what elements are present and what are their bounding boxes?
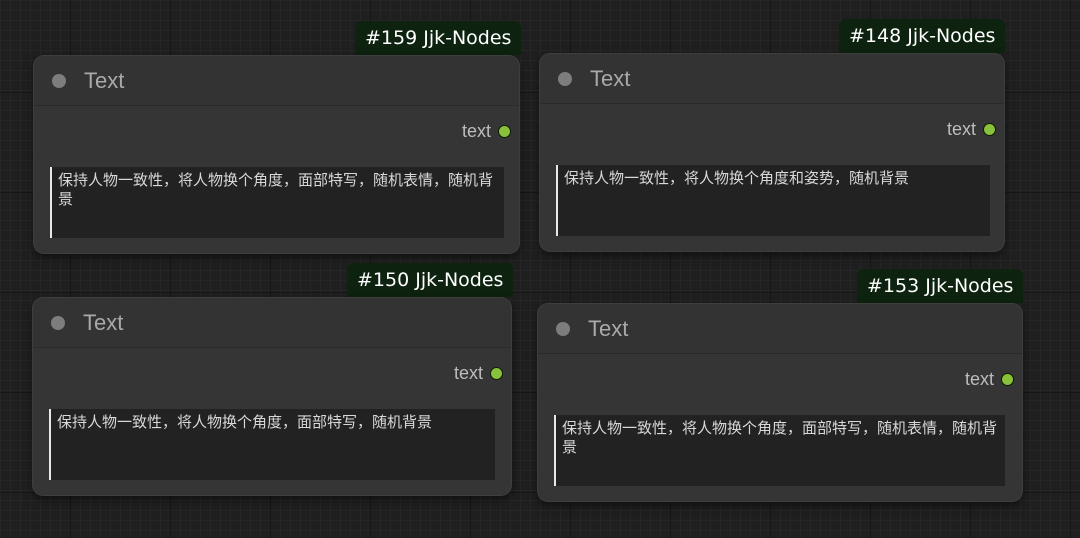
node-id-badge: #148 Jjk-Nodes bbox=[839, 19, 1006, 53]
output-slot-row[interactable]: text bbox=[965, 369, 1014, 389]
node-header[interactable]: Text bbox=[33, 298, 511, 348]
node-id-badge: #153 Jjk-Nodes bbox=[857, 269, 1024, 303]
node-title: Text bbox=[588, 315, 629, 341]
output-slot-icon[interactable] bbox=[983, 122, 996, 136]
text-input[interactable]: 保持人物一致性，将人物换个角度，面部特写，随机表情，随机背景 bbox=[50, 167, 504, 238]
node-id-badge: #159 Jjk-Nodes bbox=[355, 21, 522, 55]
collapse-toggle-icon[interactable] bbox=[558, 71, 572, 86]
node-canvas[interactable]: { "nodes": [ { "badge": "#159 Jjk-Nodes"… bbox=[0, 0, 1080, 538]
output-label: text bbox=[964, 368, 994, 389]
text-node-148[interactable]: Text text 保持人物一致性，将人物换个角度和姿势，随机背景 bbox=[540, 54, 1004, 251]
text-node-153[interactable]: Text text 保持人物一致性，将人物换个角度，面部特写，随机表情，随机背景 bbox=[538, 304, 1022, 501]
node-header[interactable]: Text bbox=[538, 304, 1022, 354]
node-header[interactable]: Text bbox=[540, 54, 1004, 104]
text-node-150[interactable]: Text text 保持人物一致性，将人物换个角度，面部特写，随机背景 bbox=[33, 298, 511, 495]
node-title: Text bbox=[84, 67, 125, 93]
node-title: Text bbox=[590, 65, 631, 91]
output-slot-icon[interactable] bbox=[490, 366, 503, 380]
output-label: text bbox=[461, 120, 491, 141]
node-header[interactable]: Text bbox=[34, 56, 519, 106]
output-slot-row[interactable]: text bbox=[947, 119, 996, 139]
text-node-159[interactable]: Text text 保持人物一致性，将人物换个角度，面部特写，随机表情，随机背景 bbox=[34, 56, 519, 253]
output-slot-row[interactable]: text bbox=[462, 121, 511, 141]
text-input[interactable]: 保持人物一致性，将人物换个角度，面部特写，随机背景 bbox=[49, 409, 495, 480]
output-slot-row[interactable]: text bbox=[454, 363, 503, 383]
output-slot-icon[interactable] bbox=[498, 124, 511, 138]
output-label: text bbox=[946, 118, 976, 139]
node-id-badge: #150 Jjk-Nodes bbox=[347, 263, 514, 297]
output-label: text bbox=[453, 362, 483, 383]
collapse-toggle-icon[interactable] bbox=[51, 315, 65, 330]
output-slot-icon[interactable] bbox=[1001, 372, 1014, 386]
text-input[interactable]: 保持人物一致性，将人物换个角度，面部特写，随机表情，随机背景 bbox=[554, 415, 1005, 486]
node-title: Text bbox=[83, 309, 124, 335]
text-input[interactable]: 保持人物一致性，将人物换个角度和姿势，随机背景 bbox=[556, 165, 990, 236]
collapse-toggle-icon[interactable] bbox=[52, 73, 66, 88]
collapse-toggle-icon[interactable] bbox=[556, 321, 570, 336]
